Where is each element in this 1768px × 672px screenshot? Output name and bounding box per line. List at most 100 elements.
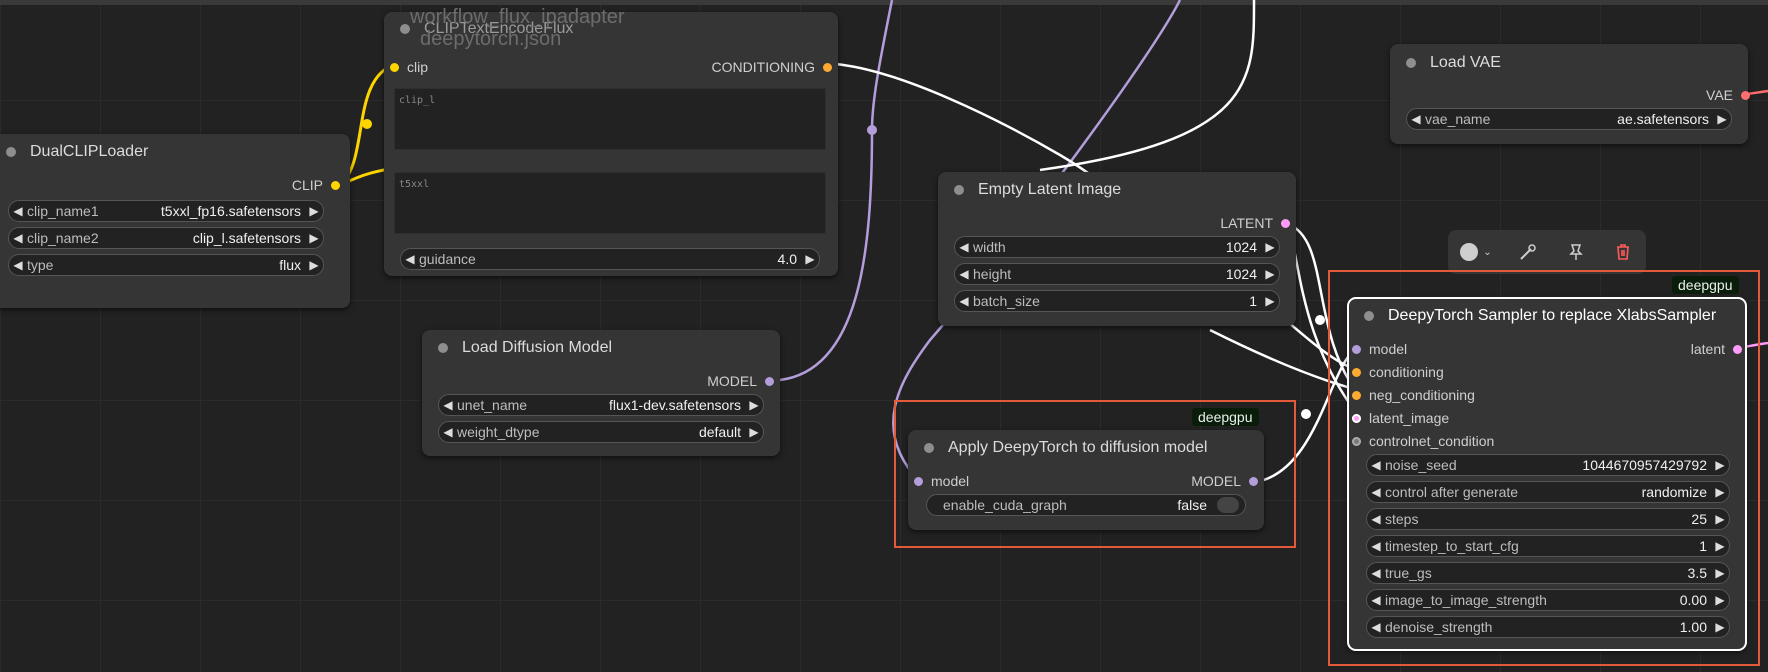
arrow-left-icon[interactable]: ◀ bbox=[1367, 458, 1385, 472]
arrow-left-icon[interactable]: ◀ bbox=[9, 204, 27, 218]
arrow-right-icon[interactable]: ▶ bbox=[1711, 566, 1729, 580]
wire-reroute-dot[interactable] bbox=[1315, 315, 1325, 325]
input-conditioning[interactable]: conditioning bbox=[1352, 363, 1444, 381]
node-title[interactable]: DualCLIPLoader bbox=[0, 134, 350, 170]
widget-control-after-generate[interactable]: ◀ control after generate randomize ▶ bbox=[1366, 481, 1730, 503]
wire-conditioning-2[interactable] bbox=[1039, 0, 1256, 172]
node-title[interactable]: Load Diffusion Model bbox=[422, 330, 780, 366]
input-pin-icon[interactable] bbox=[1352, 413, 1361, 423]
widget-type[interactable]: ◀ type flux ▶ bbox=[8, 254, 324, 276]
textarea-clip-l[interactable]: clip_l bbox=[394, 88, 826, 150]
widget-image-to-image-strength[interactable]: ◀ image_to_image_strength 0.00 ▶ bbox=[1366, 589, 1730, 611]
widget-width[interactable]: ◀ width 1024 ▶ bbox=[954, 236, 1280, 258]
wire-reroute-dot[interactable] bbox=[362, 119, 372, 129]
arrow-right-icon[interactable]: ▶ bbox=[1261, 294, 1279, 308]
widget-steps[interactable]: ◀ steps 25 ▶ bbox=[1366, 508, 1730, 530]
node-apply-deepytorch[interactable]: Apply DeepyTorch to diffusion model mode… bbox=[908, 430, 1264, 530]
toggle-switch-icon[interactable] bbox=[1217, 497, 1239, 513]
widget-height[interactable]: ◀ height 1024 ▶ bbox=[954, 263, 1280, 285]
widget-clip-name2[interactable]: ◀ clip_name2 clip_l.safetensors ▶ bbox=[8, 227, 324, 249]
wire-model-apply-out[interactable] bbox=[1255, 346, 1359, 484]
input-pin-icon[interactable] bbox=[1352, 436, 1361, 446]
arrow-left-icon[interactable]: ◀ bbox=[1367, 539, 1385, 553]
arrow-right-icon[interactable]: ▶ bbox=[305, 204, 323, 218]
arrow-left-icon[interactable]: ◀ bbox=[9, 231, 27, 245]
output-pin-icon[interactable] bbox=[331, 180, 340, 190]
arrow-right-icon[interactable]: ▶ bbox=[1711, 458, 1729, 472]
node-title[interactable]: Apply DeepyTorch to diffusion model bbox=[908, 430, 1264, 466]
output-latent[interactable]: LATENT bbox=[1220, 214, 1290, 232]
widget-noise-seed[interactable]: ◀ noise_seed 1044670957429792 ▶ bbox=[1366, 454, 1730, 476]
output-pin-icon[interactable] bbox=[1281, 218, 1290, 228]
output-pin-icon[interactable] bbox=[1741, 90, 1750, 100]
input-pin-icon[interactable] bbox=[1352, 344, 1361, 354]
wire-reroute-dot[interactable] bbox=[1301, 409, 1311, 419]
bypass-button[interactable] bbox=[1504, 230, 1552, 274]
arrow-right-icon[interactable]: ▶ bbox=[745, 425, 763, 439]
input-latent-image[interactable]: latent_image bbox=[1352, 409, 1449, 427]
arrow-left-icon[interactable]: ◀ bbox=[1367, 512, 1385, 526]
node-title[interactable]: DeepyTorch Sampler to replace XlabsSampl… bbox=[1348, 298, 1746, 334]
input-pin-icon[interactable] bbox=[1352, 367, 1361, 377]
pin-button[interactable] bbox=[1552, 230, 1600, 274]
wire-reroute-dot[interactable] bbox=[867, 125, 877, 135]
arrow-left-icon[interactable]: ◀ bbox=[401, 252, 419, 266]
arrow-right-icon[interactable]: ▶ bbox=[1261, 240, 1279, 254]
node-title[interactable]: Load VAE bbox=[1390, 44, 1748, 82]
collapse-dot-icon[interactable] bbox=[438, 343, 448, 353]
widget-timestep-to-start-cfg[interactable]: ◀ timestep_to_start_cfg 1 ▶ bbox=[1366, 535, 1730, 557]
collapse-dot-icon[interactable] bbox=[6, 147, 16, 157]
arrow-right-icon[interactable]: ▶ bbox=[745, 398, 763, 412]
input-model[interactable]: model bbox=[1352, 340, 1407, 358]
arrow-left-icon[interactable]: ◀ bbox=[955, 267, 973, 281]
output-latent[interactable]: latent bbox=[1691, 340, 1742, 358]
input-model[interactable]: model bbox=[914, 472, 969, 490]
arrow-left-icon[interactable]: ◀ bbox=[1367, 485, 1385, 499]
arrow-left-icon[interactable]: ◀ bbox=[955, 294, 973, 308]
arrow-right-icon[interactable]: ▶ bbox=[1713, 112, 1731, 126]
widget-denoise-strength[interactable]: ◀ denoise_strength 1.00 ▶ bbox=[1366, 616, 1730, 638]
arrow-left-icon[interactable]: ◀ bbox=[1367, 593, 1385, 607]
output-pin-icon[interactable] bbox=[1733, 344, 1742, 354]
color-picker-button[interactable]: ⌄ bbox=[1448, 230, 1504, 274]
collapse-dot-icon[interactable] bbox=[1364, 311, 1374, 321]
arrow-left-icon[interactable]: ◀ bbox=[1407, 112, 1425, 126]
delete-button[interactable] bbox=[1600, 230, 1646, 274]
node-dual-clip-loader[interactable]: DualCLIPLoader CLIP ◀ clip_name1 t5xxl_f… bbox=[0, 134, 350, 308]
output-pin-icon[interactable] bbox=[1249, 476, 1258, 486]
node-clip-text-encode-flux[interactable]: CLIPTextEncodeFlux clip CONDITIONING cli… bbox=[384, 12, 838, 276]
node-load-vae[interactable]: Load VAE VAE ◀ vae_name ae.safetensors ▶ bbox=[1390, 44, 1750, 144]
input-controlnet-condition[interactable]: controlnet_condition bbox=[1352, 432, 1494, 450]
arrow-right-icon[interactable]: ▶ bbox=[1711, 620, 1729, 634]
output-conditioning[interactable]: CONDITIONING bbox=[712, 58, 832, 76]
arrow-left-icon[interactable]: ◀ bbox=[9, 258, 27, 272]
arrow-right-icon[interactable]: ▶ bbox=[1711, 593, 1729, 607]
arrow-right-icon[interactable]: ▶ bbox=[305, 258, 323, 272]
node-title[interactable]: Empty Latent Image bbox=[938, 172, 1296, 208]
arrow-left-icon[interactable]: ◀ bbox=[439, 398, 457, 412]
collapse-dot-icon[interactable] bbox=[954, 185, 964, 195]
widget-guidance[interactable]: ◀ guidance 4.0 ▶ bbox=[400, 248, 820, 270]
input-pin-icon[interactable] bbox=[1352, 390, 1361, 400]
widget-batch-size[interactable]: ◀ batch_size 1 ▶ bbox=[954, 290, 1280, 312]
arrow-left-icon[interactable]: ◀ bbox=[439, 425, 457, 439]
input-pin-icon[interactable] bbox=[914, 476, 923, 486]
wire-neg[interactable] bbox=[1209, 328, 1359, 392]
output-clip[interactable]: CLIP bbox=[292, 176, 340, 194]
arrow-right-icon[interactable]: ▶ bbox=[801, 252, 819, 266]
arrow-right-icon[interactable]: ▶ bbox=[1261, 267, 1279, 281]
arrow-right-icon[interactable]: ▶ bbox=[1711, 485, 1729, 499]
arrow-right-icon[interactable]: ▶ bbox=[305, 231, 323, 245]
collapse-dot-icon[interactable] bbox=[924, 443, 934, 453]
textarea-t5xxl[interactable]: t5xxl bbox=[394, 172, 826, 234]
widget-clip-name1[interactable]: ◀ clip_name1 t5xxl_fp16.safetensors ▶ bbox=[8, 200, 324, 222]
input-clip[interactable]: clip bbox=[390, 58, 428, 76]
arrow-right-icon[interactable]: ▶ bbox=[1711, 512, 1729, 526]
output-vae[interactable]: VAE bbox=[1706, 86, 1750, 104]
collapse-dot-icon[interactable] bbox=[1406, 58, 1416, 68]
arrow-right-icon[interactable]: ▶ bbox=[1711, 539, 1729, 553]
arrow-left-icon[interactable]: ◀ bbox=[955, 240, 973, 254]
arrow-left-icon[interactable]: ◀ bbox=[1367, 620, 1385, 634]
node-load-diffusion-model[interactable]: Load Diffusion Model MODEL ◀ unet_name f… bbox=[422, 330, 780, 456]
widget-true-gs[interactable]: ◀ true_gs 3.5 ▶ bbox=[1366, 562, 1730, 584]
